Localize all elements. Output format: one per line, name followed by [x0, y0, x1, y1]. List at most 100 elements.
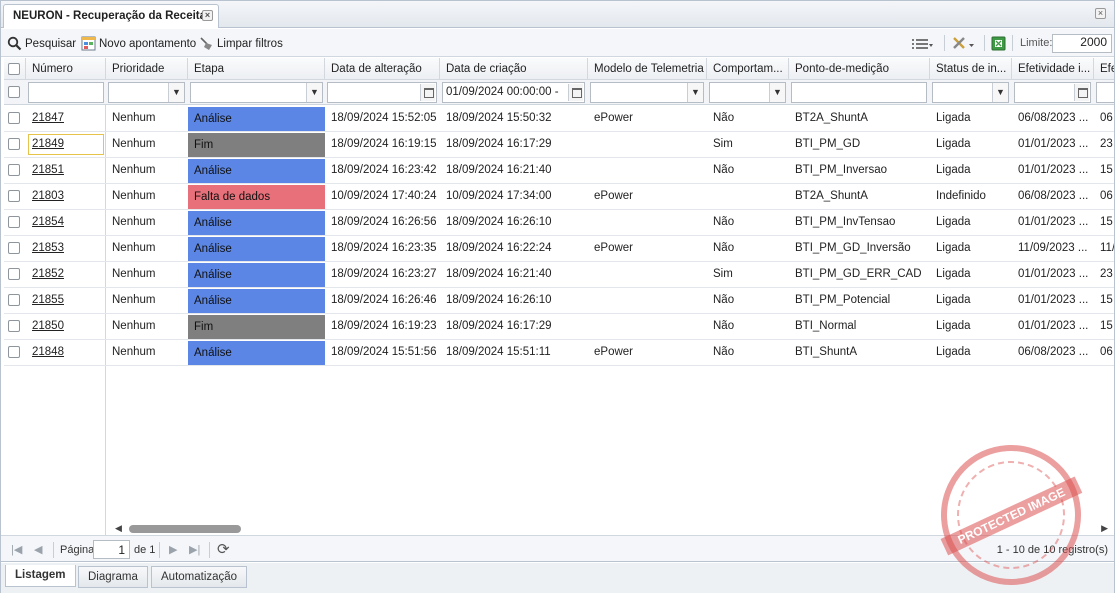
record-link[interactable]: 21855: [32, 294, 64, 306]
record-link[interactable]: 21851: [32, 164, 64, 176]
next-page-icon[interactable]: ▶: [169, 543, 177, 556]
row-checkbox[interactable]: [8, 112, 20, 124]
chevron-down-icon[interactable]: ▼: [769, 83, 785, 102]
record-link[interactable]: 21854: [32, 216, 64, 228]
select-all-checkbox[interactable]: [8, 63, 20, 75]
record-link[interactable]: 21848: [32, 346, 64, 358]
table-row[interactable]: 21850 Nenhum Fim 18/09/2024 16:19:23 18/09/2…: [4, 314, 1114, 340]
scroll-left-icon[interactable]: ◀: [115, 523, 122, 534]
clear-filters-button[interactable]: Limpar filtros: [199, 35, 283, 52]
col-efe[interactable]: Efe: [1094, 58, 1114, 80]
chevron-down-icon[interactable]: ▼: [306, 83, 322, 102]
col-data-criacao[interactable]: Data de criação: [440, 58, 588, 80]
row-checkbox[interactable]: [8, 320, 20, 332]
chevron-down-icon[interactable]: ▼: [992, 83, 1008, 102]
filter-numero[interactable]: [28, 82, 104, 103]
table-row[interactable]: 21852 Nenhum Análise 18/09/2024 16:23:27 18/…: [4, 262, 1114, 288]
table-row[interactable]: 21848 Nenhum Análise 18/09/2024 15:51:56 18/…: [4, 340, 1114, 366]
filter-data-criacao[interactable]: 01/09/2024 00:00:00 -: [442, 82, 585, 103]
tab-close-icon[interactable]: ×: [202, 10, 213, 21]
filter-data-alteracao[interactable]: [327, 82, 437, 103]
cell-numero[interactable]: 21855: [26, 288, 106, 313]
row-checkbox[interactable]: [8, 190, 20, 202]
filter-comportamento[interactable]: ▼: [709, 82, 786, 103]
row-checkbox[interactable]: [8, 164, 20, 176]
calendar-icon[interactable]: [1074, 84, 1089, 101]
tab-listagem[interactable]: Listagem: [5, 565, 76, 587]
filter-modelo[interactable]: ▼: [590, 82, 704, 103]
table-row[interactable]: 21849 Nenhum Fim 18/09/2024 16:19:15 18/09/2…: [4, 132, 1114, 158]
cell-numero[interactable]: 21848: [26, 340, 106, 365]
col-numero[interactable]: Número: [26, 58, 106, 80]
col-ponto-medicao[interactable]: Ponto-de-medição: [789, 58, 930, 80]
row-checkbox[interactable]: [8, 294, 20, 306]
window-close-icon[interactable]: ×: [1095, 8, 1106, 19]
cell-numero[interactable]: 21847: [26, 106, 106, 131]
tab-diagrama[interactable]: Diagrama: [78, 566, 148, 588]
cell-numero[interactable]: 21854: [26, 210, 106, 235]
chevron-down-icon[interactable]: ▼: [168, 83, 184, 102]
record-link[interactable]: 21803: [32, 190, 64, 202]
record-link[interactable]: 21847: [32, 112, 64, 124]
chevron-down-icon[interactable]: ▼: [687, 83, 703, 102]
cell-numero[interactable]: 21850: [26, 314, 106, 339]
filter-efetividade[interactable]: [1014, 82, 1091, 103]
cell-modelo: [588, 262, 707, 287]
filter-status[interactable]: ▼: [932, 82, 1009, 103]
col-prioridade[interactable]: Prioridade: [106, 58, 188, 80]
cell-numero[interactable]: 21853: [26, 236, 106, 261]
tab-neuron[interactable]: NEURON - Recuperação da Receita ×: [3, 4, 219, 28]
row-checkbox[interactable]: [8, 242, 20, 254]
list-icon: [911, 36, 933, 51]
table-row[interactable]: 21803 Nenhum Falta de dados 10/09/2024 17:4…: [4, 184, 1114, 210]
page-input[interactable]: 1: [93, 540, 130, 559]
row-checkbox[interactable]: [8, 216, 20, 228]
col-efetividade[interactable]: Efetividade i...: [1012, 58, 1094, 80]
first-page-icon[interactable]: |◀: [11, 543, 22, 556]
cell-numero[interactable]: 21852: [26, 262, 106, 287]
prev-page-icon[interactable]: ◀: [34, 543, 42, 556]
filter-etapa[interactable]: ▼: [190, 82, 323, 103]
scrollbar-thumb[interactable]: [129, 525, 241, 533]
cell-numero[interactable]: 21803: [26, 184, 106, 209]
limit-label: Limite:: [1020, 37, 1053, 49]
record-link[interactable]: 21852: [32, 268, 64, 280]
col-status[interactable]: Status de in...: [930, 58, 1012, 80]
calendar-icon[interactable]: [420, 84, 435, 101]
search-button[interactable]: Pesquisar: [7, 35, 76, 52]
cell-numero[interactable]: 21849: [26, 132, 106, 157]
cell-modelo: [588, 288, 707, 313]
record-link[interactable]: 21849: [32, 138, 64, 150]
filter-checkbox[interactable]: [8, 86, 20, 98]
col-data-alteracao[interactable]: Data de alteração: [325, 58, 440, 80]
filter-ponto[interactable]: [791, 82, 927, 103]
export-excel-button[interactable]: [991, 35, 1006, 52]
record-link[interactable]: 21850: [32, 320, 64, 332]
refresh-icon[interactable]: ⟳: [217, 540, 230, 558]
col-etapa[interactable]: Etapa: [188, 58, 325, 80]
row-checkbox[interactable]: [8, 138, 20, 150]
calendar-icon[interactable]: [568, 84, 583, 101]
row-checkbox[interactable]: [8, 346, 20, 358]
tools-menu-button[interactable]: [952, 35, 974, 52]
last-page-icon[interactable]: ▶|: [189, 543, 200, 556]
record-link[interactable]: 21853: [32, 242, 64, 254]
new-entry-button[interactable]: Novo apontamento: [81, 35, 196, 52]
table-row[interactable]: 21853 Nenhum Análise 18/09/2024 16:23:35 18/…: [4, 236, 1114, 262]
cell-numero[interactable]: 21851: [26, 158, 106, 183]
tab-automatizacao[interactable]: Automatização: [151, 566, 248, 588]
filter-efe[interactable]: [1096, 82, 1114, 103]
table-row[interactable]: 21847 Nenhum Análise 18/09/2024 15:52:05 18/…: [4, 106, 1114, 132]
table-row[interactable]: 21854 Nenhum Análise 18/09/2024 16:26:56 18/…: [4, 210, 1114, 236]
cell-ponto: BTI_PM_InvTensao: [795, 216, 896, 228]
row-checkbox[interactable]: [8, 268, 20, 280]
table-row[interactable]: 21855 Nenhum Análise 18/09/2024 16:26:46 18/…: [4, 288, 1114, 314]
filter-prioridade[interactable]: ▼: [108, 82, 185, 103]
columns-menu-button[interactable]: [911, 35, 933, 52]
col-comportamento[interactable]: Comportam...: [707, 58, 789, 80]
scroll-right-icon[interactable]: ▶: [1101, 523, 1108, 534]
horizontal-scrollbar[interactable]: ◀ ▶: [109, 523, 1114, 534]
col-modelo-telemetria[interactable]: Modelo de Telemetria: [588, 58, 707, 80]
table-row[interactable]: 21851 Nenhum Análise 18/09/2024 16:23:42 18/…: [4, 158, 1114, 184]
limit-input[interactable]: 2000: [1052, 34, 1112, 53]
